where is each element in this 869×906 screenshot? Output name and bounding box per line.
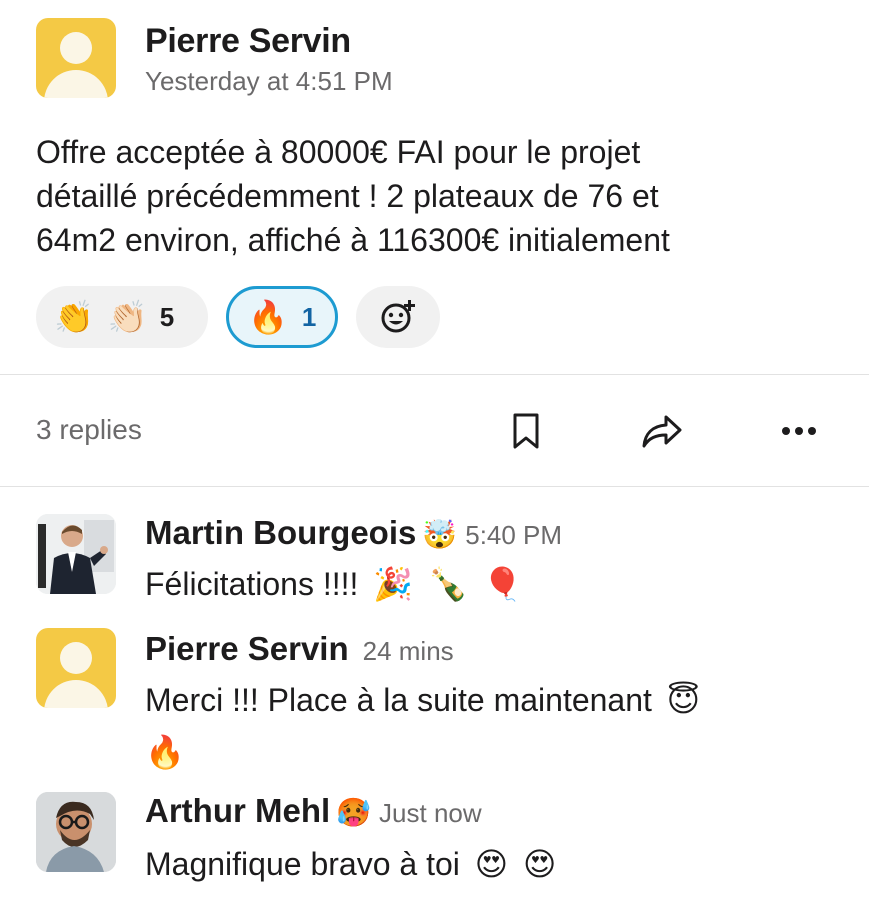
message-author-name[interactable]: Pierre Servin — [145, 22, 351, 60]
share-icon[interactable] — [640, 412, 684, 450]
person-photo-icon — [36, 514, 116, 594]
reply-author-name[interactable]: Arthur Mehl — [145, 792, 330, 829]
author-avatar[interactable] — [36, 628, 116, 708]
replies-count[interactable]: 3 replies — [36, 414, 142, 446]
author-avatar[interactable] — [36, 792, 116, 872]
reply-author-name[interactable]: Martin Bourgeois — [145, 514, 416, 551]
champagne-emoji: 🍾 — [428, 565, 468, 603]
clap-emoji: 👏 — [54, 298, 94, 336]
author-avatar[interactable] — [36, 514, 116, 594]
avatar-body-shape — [44, 70, 108, 98]
reaction-fire[interactable]: 🔥 1 — [226, 286, 338, 348]
message-text-line: Offre acceptée à 80000€ FAI pour le proj… — [36, 134, 641, 170]
add-reaction-button[interactable] — [356, 286, 440, 348]
reply-text-row: 🔥 — [145, 726, 185, 778]
bookmark-icon[interactable] — [509, 412, 543, 450]
reply-text: Merci !!! Place à la suite maintenant — [145, 682, 652, 718]
reply-text: Magnifique bravo à toi — [145, 846, 460, 882]
person-photo-icon — [36, 792, 116, 872]
message-text: Offre acceptée à 80000€ FAI pour le proj… — [36, 130, 836, 262]
avatar-head-shape — [60, 32, 92, 64]
reply-text: Félicitations !!!! — [145, 566, 359, 602]
status-emoji: 🤯 — [422, 518, 458, 551]
reply-text-row: Merci !!! Place à la suite maintenant 😇 — [145, 674, 700, 726]
reply-timestamp[interactable]: 5:40 PM — [465, 520, 562, 550]
reaction-clap[interactable]: 👏 👏🏻 5 — [36, 286, 208, 348]
add-emoji-icon — [381, 300, 415, 333]
avatar-head-shape — [60, 642, 92, 674]
message-timestamp[interactable]: Yesterday at 4:51 PM — [145, 66, 393, 97]
author-avatar[interactable] — [36, 18, 116, 98]
balloon-emoji: 🎈 — [482, 565, 523, 603]
reaction-count: 5 — [159, 301, 175, 332]
message-text-line: 64m2 environ, affiché à 116300€ initiale… — [36, 222, 670, 258]
fire-emoji: 🔥 — [248, 298, 288, 336]
party-popper-emoji: 🎉 — [373, 565, 414, 603]
divider — [0, 374, 869, 375]
reply-text-row: Félicitations !!!! 🎉 🍾 🎈 — [145, 558, 523, 610]
status-emoji: 🥵 — [336, 796, 372, 829]
divider — [0, 486, 869, 487]
heart-eyes-emoji: 😍 — [523, 845, 557, 883]
more-icon[interactable] — [778, 412, 822, 450]
reply-timestamp[interactable]: Just now — [379, 798, 482, 828]
clap-light-emoji: 👏🏻 — [107, 298, 148, 336]
heart-eyes-emoji: 😍 — [474, 845, 509, 883]
avatar-body-shape — [44, 680, 108, 708]
reply-text-row: Magnifique bravo à toi 😍 😍 — [145, 838, 556, 890]
reaction-count: 1 — [301, 301, 317, 332]
smiling-halo-emoji: 😇 — [666, 681, 701, 719]
reply-timestamp[interactable]: 24 mins — [363, 636, 454, 666]
fire-emoji: 🔥 — [145, 733, 185, 771]
message-text-line: détaillé précédemment ! 2 plateaux de 76… — [36, 178, 659, 214]
reply-author-name[interactable]: Pierre Servin — [145, 630, 349, 667]
